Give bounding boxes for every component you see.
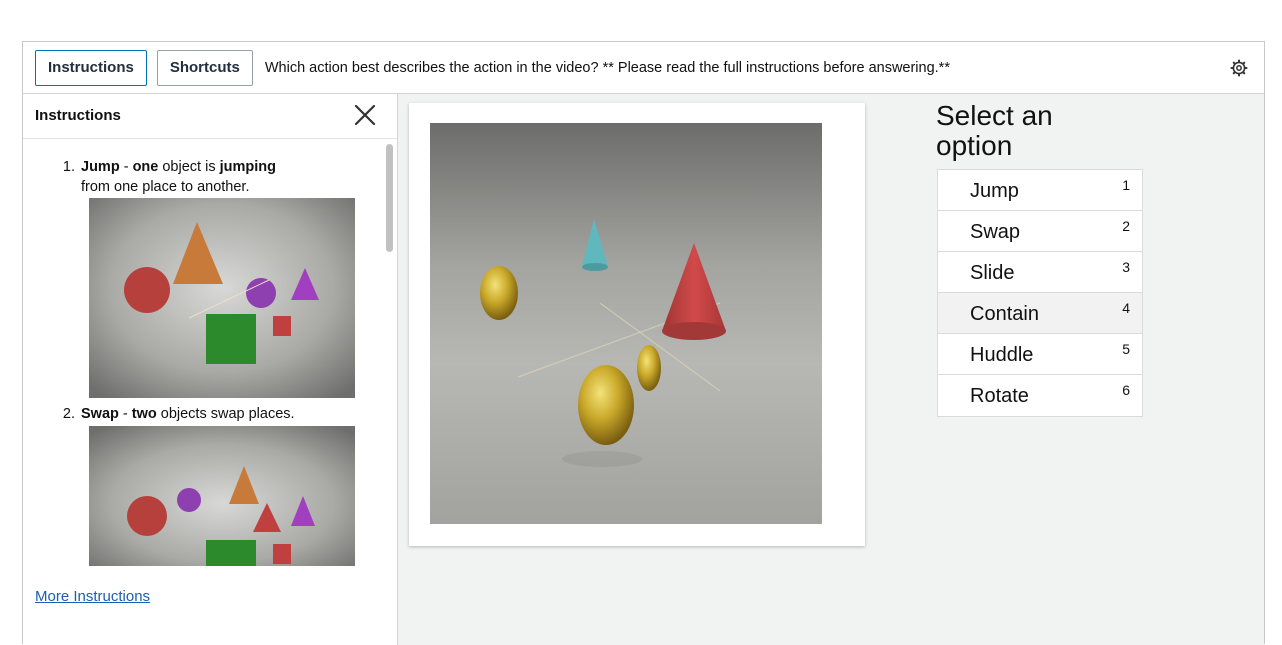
item-emphasis: two [131, 406, 157, 422]
instructions-sidebar: Instructions 1. Jump - one object is jump… [23, 94, 398, 645]
option-slide[interactable]: Slide 3 [938, 252, 1142, 293]
option-label: Swap [970, 221, 1021, 243]
sidebar-title: Instructions [35, 107, 121, 124]
item-term: Jump [81, 159, 120, 175]
instructions-button[interactable]: Instructions [35, 49, 147, 86]
options-list: Jump 1 Swap 2 Slide 3 Contain 4 Huddle 5… [937, 169, 1143, 417]
jump-example-image [89, 198, 355, 398]
close-icon[interactable] [353, 103, 377, 127]
item-emphasis: jumping [219, 159, 276, 175]
item-text: object is [158, 159, 220, 175]
shortcuts-button[interactable]: Shortcuts [156, 49, 253, 86]
top-toolbar: Instructions Shortcuts Which action best… [23, 42, 1264, 94]
options-title: Select an option [936, 100, 1053, 161]
option-label: Slide [970, 262, 1015, 284]
option-shortcut: 6 [1122, 382, 1130, 398]
main-content: Select an option Jump 1 Swap 2 Slide 3 C… [398, 94, 1264, 645]
option-shortcut: 3 [1122, 259, 1130, 275]
option-rotate[interactable]: Rotate 6 [938, 375, 1142, 416]
option-huddle[interactable]: Huddle 5 [938, 334, 1142, 375]
option-swap[interactable]: Swap 2 [938, 211, 1142, 252]
option-label: Contain [970, 303, 1039, 325]
instructions-scroll-area[interactable]: 1. Jump - one object is jumping from one … [23, 140, 385, 566]
item-term: Swap [81, 406, 119, 422]
sidebar-header: Instructions [23, 94, 397, 139]
list-item: 1. Jump - one object is jumping from one … [53, 157, 353, 197]
option-jump[interactable]: Jump 1 [938, 170, 1142, 211]
task-frame: Instructions Shortcuts Which action best… [22, 41, 1265, 645]
option-label: Rotate [970, 385, 1029, 407]
sidebar-scrollbar[interactable] [384, 142, 396, 566]
more-instructions-link[interactable]: More Instructions [35, 588, 150, 605]
scrollbar-thumb[interactable] [386, 144, 393, 252]
gear-icon[interactable] [1230, 59, 1248, 77]
item-text: objects swap places. [156, 406, 295, 422]
list-item: 2. Swap - two objects swap places. [53, 404, 373, 424]
option-shortcut: 5 [1122, 341, 1130, 357]
item-text: - [118, 406, 132, 422]
swap-example-image [89, 426, 355, 566]
item-text: from one place to another. [81, 179, 250, 195]
video-card [409, 103, 865, 546]
option-shortcut: 4 [1122, 300, 1130, 316]
option-shortcut: 1 [1122, 177, 1130, 193]
option-contain[interactable]: Contain 4 [938, 293, 1142, 334]
item-text: - [119, 159, 133, 175]
item-number: 2. [62, 406, 75, 422]
option-label: Jump [970, 180, 1019, 202]
item-number: 1. [62, 159, 75, 175]
item-emphasis: one [132, 159, 159, 175]
question-text: Which action best describes the action i… [264, 59, 950, 76]
video-player[interactable] [430, 123, 822, 524]
option-shortcut: 2 [1122, 218, 1130, 234]
option-label: Huddle [970, 344, 1034, 366]
